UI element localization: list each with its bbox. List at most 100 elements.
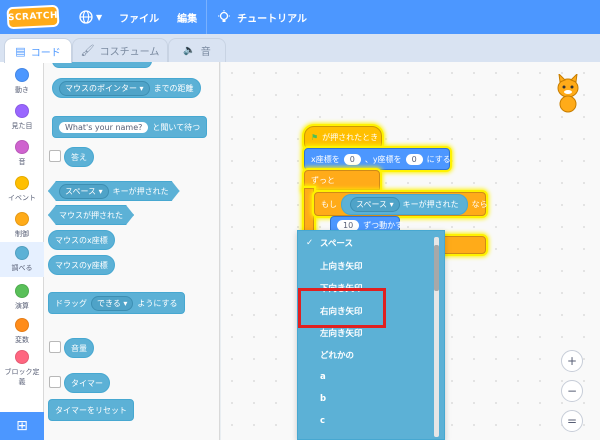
motion-dot-icon: [15, 68, 29, 82]
distance-target-dropdown[interactable]: マウスのポインター ▾: [59, 80, 150, 96]
answer-label: 答え: [71, 152, 87, 162]
key-pressed-block[interactable]: スペース ▾ キーが押された: [48, 181, 180, 201]
mouse-down-block[interactable]: マウスが押された: [48, 205, 134, 225]
dropdown-item-a[interactable]: a: [298, 366, 430, 388]
code-icon: ▤: [15, 44, 26, 58]
dropdown-item-label: 左向き矢印: [320, 329, 363, 339]
category-label: 見た目: [11, 122, 33, 130]
if-then-label: なら: [471, 199, 488, 209]
if-then-block[interactable]: もし スペース ▾ キーが押された なら: [314, 192, 488, 216]
drag-mode-dropdown[interactable]: できる ▾: [91, 295, 134, 311]
category-events[interactable]: イベント: [0, 176, 44, 203]
my-blocks-dot-icon: [15, 350, 29, 364]
mouse-x-block[interactable]: マウスのx座標: [48, 230, 115, 250]
set-drag-mode-block[interactable]: ドラッグ できる ▾ ようにする: [48, 292, 185, 314]
zoom-in-button[interactable]: +: [561, 350, 583, 372]
globe-icon: [79, 10, 93, 24]
category-menu: 動き 見た目 音 イベント 制御 調べる 演算 変数 ブロック定義 ⊞: [0, 62, 44, 440]
dropdown-item-up-arrow[interactable]: 上向き矢印: [298, 255, 430, 277]
category-my-blocks[interactable]: ブロック定義: [0, 350, 44, 387]
timer-label: タイマー: [71, 378, 103, 388]
dropdown-item-label: b: [320, 394, 327, 404]
tab-sounds[interactable]: 🔈 音: [168, 38, 226, 62]
tutorials-menu[interactable]: チュートリアル: [207, 0, 317, 34]
dropdown-item-label: c: [320, 416, 326, 426]
category-looks[interactable]: 見た目: [0, 104, 44, 131]
dropdown-item-b[interactable]: b: [298, 388, 430, 410]
file-menu[interactable]: ファイル: [110, 0, 168, 34]
hat-label: が押されたとき: [322, 132, 379, 142]
ask-question-input[interactable]: What's your name?: [59, 121, 149, 133]
distance-to-block[interactable]: マウスのポインター ▾ までの距離: [52, 78, 201, 98]
category-operators[interactable]: 演算: [0, 284, 44, 311]
category-sensing[interactable]: 調べる: [0, 242, 44, 277]
category-sound[interactable]: 音: [0, 140, 44, 167]
operators-dot-icon: [15, 284, 29, 298]
reset-timer-label: タイマーをリセット: [55, 405, 127, 415]
highlight-annotation: [298, 288, 386, 328]
category-variables[interactable]: 変数: [0, 318, 44, 345]
answer-block[interactable]: 答え: [64, 147, 94, 167]
move-steps-input[interactable]: 10: [337, 219, 360, 231]
dropdown-scroll-thumb[interactable]: [434, 245, 439, 291]
loudness-block[interactable]: 音量: [64, 338, 94, 358]
sprite-cat-icon: [557, 74, 579, 113]
tab-code[interactable]: ▤ コード: [4, 38, 72, 63]
edit-menu[interactable]: 編集: [168, 0, 206, 34]
zoom-out-button[interactable]: −: [561, 380, 583, 402]
dropdown-item-space[interactable]: ✓ スペース: [298, 232, 430, 254]
lightbulb-icon: [218, 10, 231, 22]
chevron-down-icon: ▼: [96, 12, 103, 22]
forever-block[interactable]: ずっと: [304, 170, 380, 190]
if-key-pressed-condition[interactable]: スペース ▾ キーが押された: [341, 193, 468, 215]
dropdown-item-label: a: [320, 372, 326, 382]
forever-label: ずっと: [311, 175, 335, 185]
mouse-y-block[interactable]: マウスのy座標: [48, 255, 115, 275]
ask-and-wait-block[interactable]: What's your name? と聞いて待つ: [52, 116, 208, 138]
if-key-value: スペース: [356, 199, 388, 209]
key-pressed-suffix: キーが押された: [112, 186, 169, 196]
add-extension-button[interactable]: ⊞: [0, 412, 44, 440]
key-dropdown[interactable]: スペース ▾: [59, 184, 109, 199]
scratch-logo[interactable]: SCRATCH: [6, 4, 60, 30]
green-flag-icon: ⚑: [311, 132, 319, 142]
if-key-dropdown[interactable]: スペース ▾: [350, 196, 400, 212]
ask-suffix: と聞いて待つ: [152, 122, 201, 132]
dropdown-scrollbar[interactable]: [434, 237, 439, 437]
if-label: もし: [321, 199, 337, 209]
check-icon: ✓: [306, 238, 314, 248]
dropdown-item-c[interactable]: c: [298, 410, 430, 432]
add-extension-icon: ⊞: [16, 418, 28, 434]
loudness-checkbox[interactable]: [49, 341, 61, 353]
timer-block[interactable]: タイマー: [64, 373, 110, 393]
mouse-x-label: マウスのx座標: [55, 235, 108, 245]
drag-suffix: ようにする: [137, 298, 178, 308]
category-control[interactable]: 制御: [0, 212, 44, 239]
sensing-dot-icon: [15, 246, 29, 260]
tab-sounds-label: 音: [200, 47, 211, 58]
distance-target-value: マウスのポインター: [65, 83, 137, 93]
answer-checkbox[interactable]: [49, 150, 61, 162]
mouse-y-label: マウスのy座標: [55, 260, 108, 270]
language-menu[interactable]: ▼: [71, 0, 110, 34]
tab-costumes[interactable]: 🖌 コスチューム: [72, 38, 168, 62]
category-motion[interactable]: 動き: [0, 68, 44, 95]
drag-mode-value: できる: [97, 298, 121, 308]
when-flag-clicked-block[interactable]: ⚑ が押されたとき: [304, 126, 382, 148]
speaker-icon: 🔈: [183, 45, 196, 56]
go-to-xy-block[interactable]: x座標を 0 、y座標を 0 にする: [304, 148, 451, 170]
zoom-out-icon: −: [566, 384, 578, 398]
if-key-suffix: キーが押された: [402, 199, 459, 209]
tab-code-label: コード: [30, 47, 61, 59]
zoom-reset-button[interactable]: =: [561, 410, 583, 432]
goto-y-input[interactable]: 0: [405, 153, 423, 165]
reset-timer-block[interactable]: タイマーをリセット: [48, 399, 134, 421]
goto-x-input[interactable]: 0: [343, 153, 361, 165]
category-label: イベント: [8, 194, 36, 202]
category-label: 制御: [15, 230, 29, 238]
timer-checkbox[interactable]: [49, 376, 61, 388]
control-dot-icon: [15, 212, 29, 226]
editor-tabs: ▤ コード 🖌 コスチューム 🔈 音: [0, 34, 600, 63]
dropdown-item-any[interactable]: どれかの: [298, 344, 430, 366]
tab-costumes-label: コスチューム: [99, 47, 160, 58]
